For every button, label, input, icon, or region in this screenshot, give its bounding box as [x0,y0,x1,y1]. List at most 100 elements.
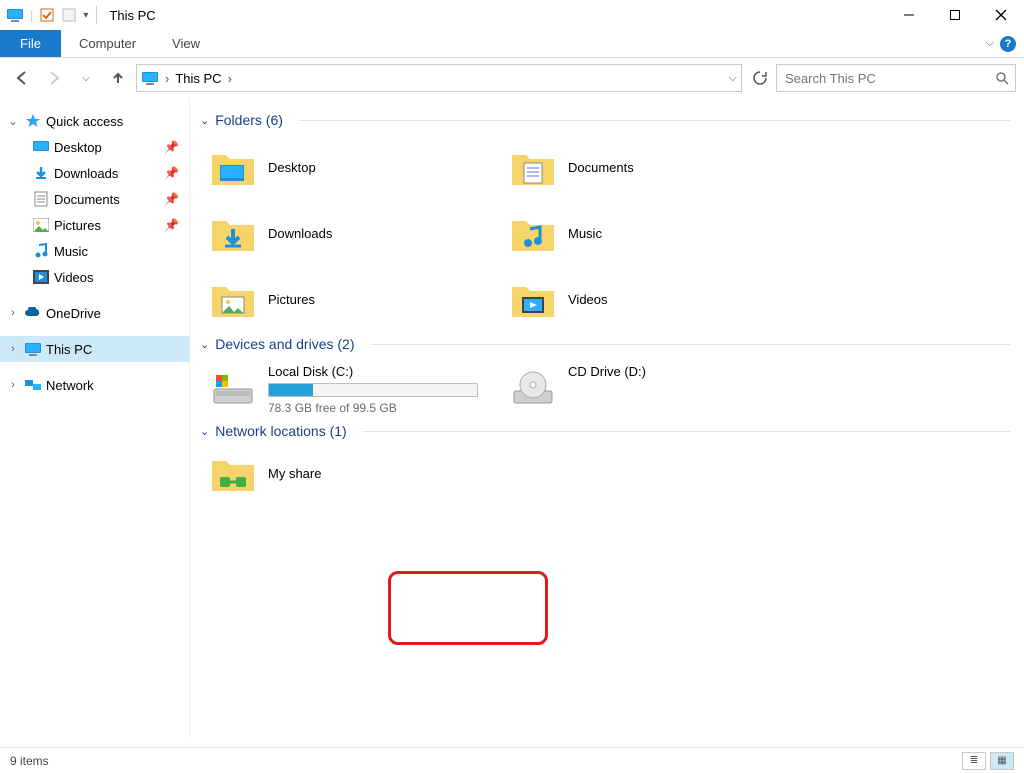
drive-label: Local Disk (C:) [268,364,478,379]
minimize-button[interactable] [886,0,932,30]
refresh-button[interactable] [748,66,772,90]
close-button[interactable] [978,0,1024,30]
qat-separator: | [30,8,33,23]
folder-label: Videos [568,292,608,307]
drive-label: CD Drive (D:) [568,364,646,379]
back-button[interactable] [8,64,36,92]
folder-downloads[interactable]: Downloads [200,200,500,266]
body: ⌄ Quick access Desktop 📌 Downloads 📌 Doc… [0,98,1024,738]
breadcrumb-sep-root[interactable]: › [165,71,169,86]
pictures-icon [32,218,50,232]
sidebar-item-downloads[interactable]: Downloads 📌 [0,160,189,186]
properties-icon[interactable] [39,7,55,23]
group-header-folders[interactable]: ⌄ Folders (6) [200,112,1010,128]
network-location-label: My share [268,466,321,481]
documents-icon [32,191,50,207]
ribbon-collapse-icon[interactable]: ⌵ [986,37,994,50]
folder-label: Desktop [268,160,316,175]
folder-documents[interactable]: Documents [500,134,800,200]
sidebar-item-videos[interactable]: Videos [0,264,189,290]
breadcrumb-sep[interactable]: › [228,71,232,86]
address-dropdown-icon[interactable]: ⌵ [729,72,737,85]
window-buttons [886,0,1024,30]
desktop-folder-icon [210,144,256,190]
music-folder-icon [510,210,556,256]
sidebar-item-documents[interactable]: Documents 📌 [0,186,189,212]
network-share-icon [210,453,256,493]
up-button[interactable] [104,64,132,92]
chevron-down-icon[interactable]: ⌄ [6,115,20,128]
group-rule [371,344,1011,345]
search-input[interactable] [783,70,995,87]
navigation-pane: ⌄ Quick access Desktop 📌 Downloads 📌 Doc… [0,98,190,738]
folder-desktop[interactable]: Desktop [200,134,500,200]
pin-icon: 📌 [164,166,179,180]
sidebar-item-label: Quick access [46,114,123,129]
drive-local-c[interactable]: Local Disk (C:) 78.3 GB free of 99.5 GB [200,358,500,419]
help-icon[interactable]: ? [1000,36,1016,52]
chevron-down-icon: ⌄ [200,114,209,127]
network-icon [24,378,42,392]
search-icon[interactable] [995,71,1009,85]
folder-grid: Desktop Documents Downloads Music Pictur… [200,134,1010,332]
tab-computer[interactable]: Computer [61,30,154,57]
folder-label: Music [568,226,602,241]
network-grid: My share [200,445,1010,501]
content-pane: ⌄ Folders (6) Desktop Documents Download… [190,98,1024,738]
folder-pictures[interactable]: Pictures [200,266,500,332]
drive-cd-d[interactable]: CD Drive (D:) [500,358,800,419]
search-box[interactable] [776,64,1016,92]
sidebar-item-label: Network [46,378,94,393]
sidebar-item-desktop[interactable]: Desktop 📌 [0,134,189,160]
music-icon [32,243,50,259]
sidebar-item-label: Desktop [54,140,102,155]
view-details-button[interactable]: ≣ [962,752,986,770]
forward-button[interactable] [40,64,68,92]
pictures-folder-icon [210,276,256,322]
group-title: Network locations (1) [215,423,347,439]
this-pc-icon [24,342,42,356]
sidebar-item-label: Music [54,244,88,259]
view-large-icons-button[interactable]: ▦ [990,752,1014,770]
desktop-icon [32,141,50,153]
pin-icon: 📌 [164,192,179,206]
breadcrumb-this-pc[interactable]: This PC [175,71,221,86]
folder-label: Downloads [268,226,332,241]
network-location-my-share[interactable]: My share [200,445,500,501]
chevron-right-icon[interactable]: › [6,343,20,355]
sidebar-item-pictures[interactable]: Pictures 📌 [0,212,189,238]
tab-view[interactable]: View [154,30,218,57]
sidebar-quick-access[interactable]: ⌄ Quick access [0,108,189,134]
videos-folder-icon [510,276,556,322]
this-pc-address-icon [141,71,159,85]
folder-label: Documents [568,160,634,175]
star-icon [24,113,42,129]
titlebar: | ▾ This PC [0,0,1024,30]
maximize-button[interactable] [932,0,978,30]
chevron-right-icon[interactable]: › [6,379,20,391]
recent-locations-button[interactable]: ⌵ [72,64,100,92]
group-title: Devices and drives (2) [215,336,354,352]
status-bar: 9 items ≣ ▦ [0,747,1024,773]
navigation-row: ⌵ › This PC › ⌵ [0,58,1024,98]
sidebar-network[interactable]: › Network [0,372,189,398]
new-folder-icon[interactable] [61,7,77,23]
downloads-icon [32,165,50,181]
folder-videos[interactable]: Videos [500,266,800,332]
sidebar-onedrive[interactable]: › OneDrive [0,300,189,326]
drive-free-text: 78.3 GB free of 99.5 GB [268,401,478,415]
group-header-drives[interactable]: ⌄ Devices and drives (2) [200,336,1010,352]
chevron-down-icon: ⌄ [200,338,209,351]
qat-dropdown-icon[interactable]: ▾ [83,10,88,21]
address-bar[interactable]: › This PC › ⌵ [136,64,742,92]
sidebar-item-music[interactable]: Music [0,238,189,264]
annotation-highlight [388,571,548,645]
sidebar-this-pc[interactable]: › This PC [0,336,189,362]
quick-access-toolbar: | ▾ [4,7,88,23]
chevron-down-icon: ⌄ [200,425,209,438]
chevron-right-icon[interactable]: › [6,307,20,319]
group-header-network[interactable]: ⌄ Network locations (1) [200,423,1010,439]
sidebar-item-label: This PC [46,342,92,357]
file-tab[interactable]: File [0,30,61,57]
folder-music[interactable]: Music [500,200,800,266]
